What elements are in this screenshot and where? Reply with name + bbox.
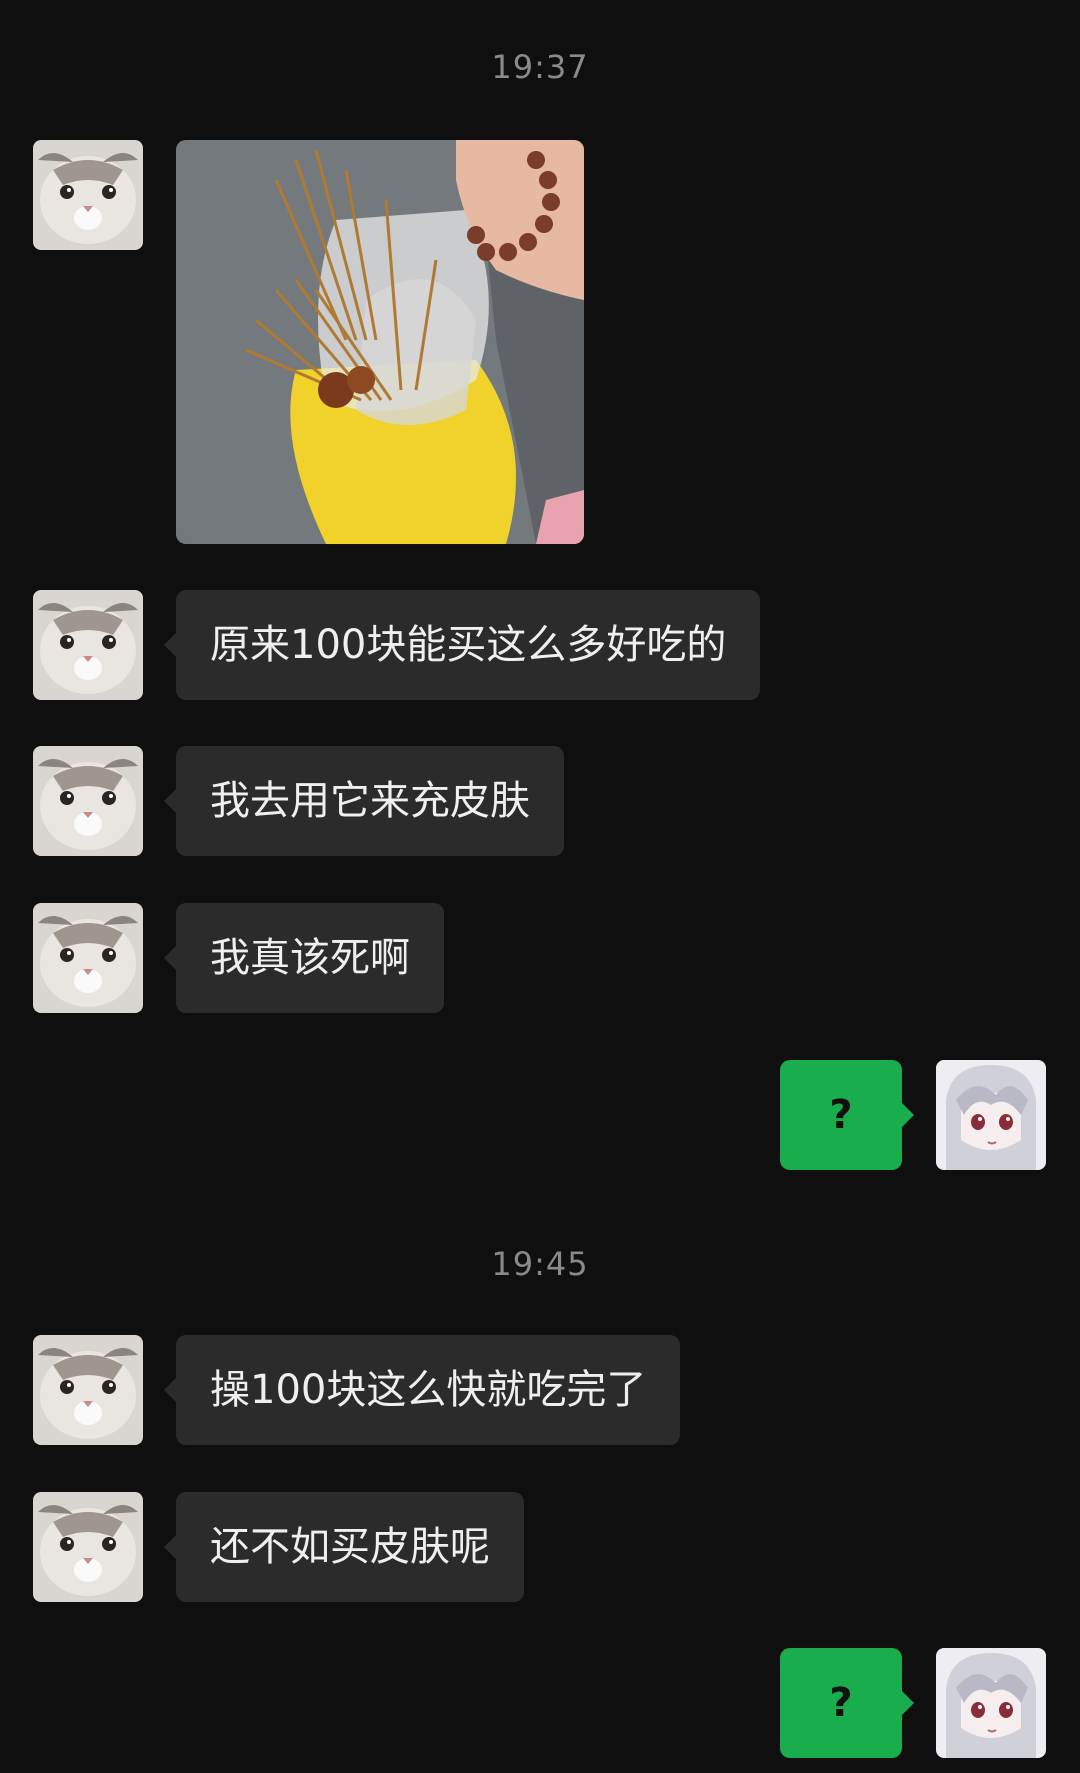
timestamp: 19:45	[491, 1245, 589, 1283]
cat-avatar-icon	[33, 746, 143, 856]
contact-avatar[interactable]	[33, 746, 143, 856]
message-bubble[interactable]: 还不如买皮肤呢	[164, 1492, 524, 1602]
contact-avatar[interactable]	[33, 903, 143, 1013]
my-avatar[interactable]	[936, 1648, 1046, 1758]
contact-avatar[interactable]	[33, 590, 143, 700]
anime-girl-avatar-icon	[936, 1648, 1046, 1758]
cat-avatar-icon	[33, 1335, 143, 1445]
my-message-bubble[interactable]: ?	[780, 1060, 914, 1170]
my-message-bubble[interactable]: ?	[780, 1648, 914, 1758]
contact-avatar[interactable]	[33, 1492, 143, 1602]
cat-avatar-icon	[33, 590, 143, 700]
anime-girl-avatar-icon	[936, 1060, 1046, 1170]
message-bubble[interactable]: 我真该死啊	[164, 903, 444, 1013]
contact-avatar[interactable]	[33, 140, 143, 250]
timestamp: 19:37	[491, 48, 589, 86]
contact-avatar[interactable]	[33, 1335, 143, 1445]
cat-avatar-icon	[33, 903, 143, 1013]
message-bubble[interactable]: 操100块这么快就吃完了	[163, 1335, 681, 1445]
my-avatar[interactable]	[936, 1060, 1046, 1170]
cat-avatar-icon	[33, 140, 143, 250]
food-bag-photo-image	[176, 140, 584, 544]
cat-avatar-icon	[33, 1492, 143, 1602]
shared-photo[interactable]	[176, 140, 584, 544]
message-bubble[interactable]: 我去用它来充皮肤	[164, 746, 564, 856]
message-bubble[interactable]: 原来100块能买这么多好吃的	[163, 590, 761, 700]
